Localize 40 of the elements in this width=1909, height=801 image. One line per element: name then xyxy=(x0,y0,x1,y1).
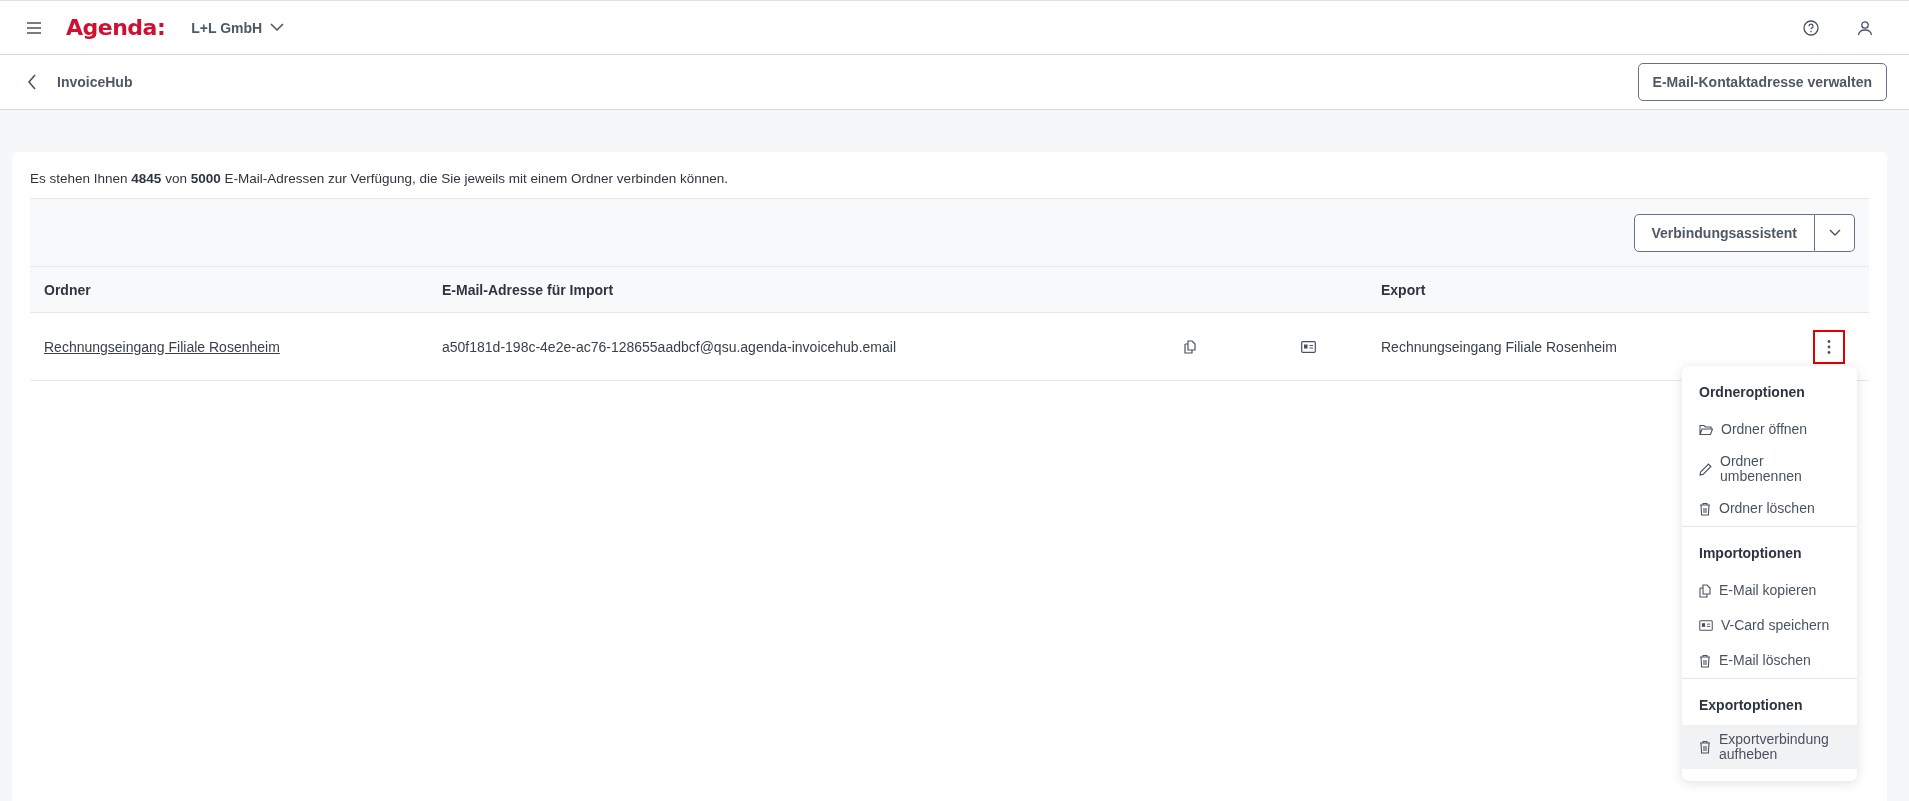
dropdown-button[interactable] xyxy=(1815,213,1855,252)
back-icon[interactable] xyxy=(27,74,37,90)
menu-section-title: Importoptionen xyxy=(1698,544,1803,563)
folder-icon xyxy=(1699,423,1713,436)
column-header: Export xyxy=(1380,281,1427,298)
column-header: Ordner xyxy=(43,281,92,298)
menu-item[interactable]: E-Mail kopieren xyxy=(1682,573,1857,608)
page-title: InvoiceHub xyxy=(57,74,133,90)
column-header: E-Mail-Adresse für Import xyxy=(441,281,615,298)
table-cell-text: a50f181d-198c-4e2e-ac76-128655aadbcf@qsu.agenda-invoicehub.email xyxy=(441,338,897,355)
copy-icon xyxy=(1699,583,1711,598)
pencil-icon xyxy=(1699,462,1712,476)
chevron-down-icon xyxy=(270,23,285,32)
contact-card-icon[interactable] xyxy=(1301,340,1316,353)
menu-item[interactable]: Ordner öffnen xyxy=(1682,412,1857,447)
company-selector[interactable]: L+L GmbH xyxy=(191,19,285,36)
more-options-button[interactable] xyxy=(1813,329,1845,364)
menu-section-title: Ordneroptionen xyxy=(1698,383,1806,402)
trash-icon xyxy=(1699,653,1711,668)
folder-link[interactable]: Rechnungseingang Filiale Rosenheim xyxy=(44,338,280,355)
logo[interactable]: Agenda: xyxy=(66,15,166,40)
wizard-button[interactable]: Verbindungsassistent xyxy=(1633,213,1815,252)
manage-contact-button[interactable]: E-Mail-Kontaktadresse verwalten xyxy=(1637,63,1887,101)
menu-icon[interactable] xyxy=(26,21,42,34)
user-icon[interactable] xyxy=(1857,19,1873,36)
trash-icon xyxy=(1699,501,1711,516)
menu-section-title: Exportoptionen xyxy=(1698,696,1804,715)
info-text: Es stehen Ihnen 4845 von 5000 E-Mail-Adressen zur Verfügung, die Sie jeweils mit einem Ordner verbinden können. xyxy=(30,170,729,188)
menu-item[interactable]: Ordner umbenennen xyxy=(1682,447,1857,491)
menu-item[interactable]: Exportverbindung aufheben xyxy=(1682,725,1857,769)
chevron-down-icon xyxy=(1828,228,1841,237)
menu-item[interactable]: E-Mail löschen xyxy=(1682,643,1857,678)
menu-item[interactable]: V-Card speichern xyxy=(1682,608,1857,643)
kebab-icon xyxy=(1827,338,1831,355)
menu-item[interactable]: Ordner löschen xyxy=(1682,491,1857,526)
help-icon[interactable] xyxy=(1803,19,1819,36)
copy-icon[interactable] xyxy=(1184,339,1196,354)
trash-icon xyxy=(1699,740,1711,754)
table-cell-text: Rechnungseingang Filiale Rosenheim xyxy=(1380,338,1618,355)
contact-card-icon xyxy=(1699,620,1713,631)
